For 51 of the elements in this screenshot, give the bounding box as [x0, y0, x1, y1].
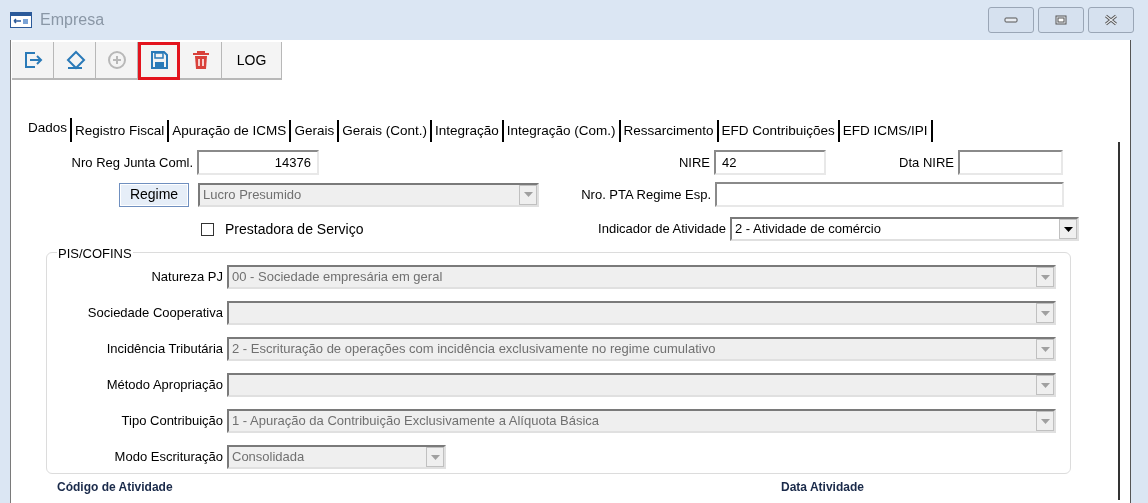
- window-title: Empresa: [40, 10, 105, 30]
- tab[interactable]: Gerais (Cont.): [339, 120, 432, 142]
- tab[interactable]: EFD Contribuições: [718, 120, 840, 142]
- dropdown-arrow-icon: [1063, 226, 1073, 232]
- input-field[interactable]: 42: [714, 150, 826, 175]
- tab[interactable]: Gerais: [291, 120, 340, 142]
- dropdown-arrow-icon: [1040, 346, 1050, 352]
- toolbar-button[interactable]: [138, 42, 180, 80]
- field-label: Tipo Contribuição: [121, 412, 223, 431]
- tab[interactable]: Integração (Com.): [503, 120, 621, 142]
- minimize-button[interactable]: [988, 7, 1034, 33]
- toolbar-button[interactable]: [12, 42, 54, 80]
- input-field[interactable]: [715, 182, 1064, 207]
- dropdown[interactable]: 2 - Atividade de comércio: [730, 217, 1079, 241]
- field-label: Incidência Tributária: [106, 340, 223, 359]
- toolbar-button[interactable]: [180, 42, 222, 80]
- field-label: NIRE: [678, 153, 710, 172]
- log-button[interactable]: LOG: [222, 42, 282, 80]
- field-label: Sociedade Cooperativa: [87, 304, 223, 323]
- input-field[interactable]: 14376: [197, 150, 319, 175]
- field-label: Natureza PJ: [151, 268, 223, 287]
- checkbox-label: Prestadora de Serviço: [225, 219, 365, 239]
- tab[interactable]: Ressarcimento: [620, 120, 719, 142]
- tab[interactable]: EFD ICMS/IPI: [839, 120, 933, 142]
- field-label: Método Apropriação: [106, 376, 223, 395]
- field-label: Nro Reg Junta Coml.: [71, 153, 193, 172]
- maximize-button[interactable]: [1038, 7, 1084, 33]
- window-app-icon: [10, 12, 32, 28]
- dropdown-arrow-icon: [523, 192, 533, 197]
- dropdown-arrow-icon: [430, 454, 440, 460]
- section-label: Data Atividade: [781, 479, 864, 496]
- toolbar-button[interactable]: [54, 42, 96, 80]
- dropdown-arrow-icon: [1040, 418, 1050, 424]
- minimize-icon: [1004, 17, 1018, 23]
- tab[interactable]: Apuração de ICMS: [169, 120, 292, 142]
- tab[interactable]: Registro Fiscal: [72, 120, 170, 142]
- dropdown-arrow-icon: [1040, 310, 1050, 316]
- field-label: Nro. PTA Regime Esp.: [581, 185, 711, 204]
- section-label: Código de Atividade: [57, 479, 174, 496]
- close-button[interactable]: [1088, 7, 1134, 33]
- tab[interactable]: Dados: [25, 118, 73, 142]
- add-icon: [105, 49, 128, 71]
- field-label: Modo Escrituração: [114, 448, 223, 467]
- dropdown-arrow-icon: [1040, 382, 1050, 388]
- dropdown-arrow-icon: [1040, 274, 1050, 280]
- field-label: Dta NIRE: [899, 153, 954, 172]
- checkbox[interactable]: [201, 222, 214, 236]
- field-label: Indicador de Atividade: [598, 220, 726, 239]
- input-field[interactable]: [958, 150, 1063, 175]
- regime-button[interactable]: Regime: [119, 182, 189, 207]
- tab[interactable]: Integração: [431, 120, 504, 142]
